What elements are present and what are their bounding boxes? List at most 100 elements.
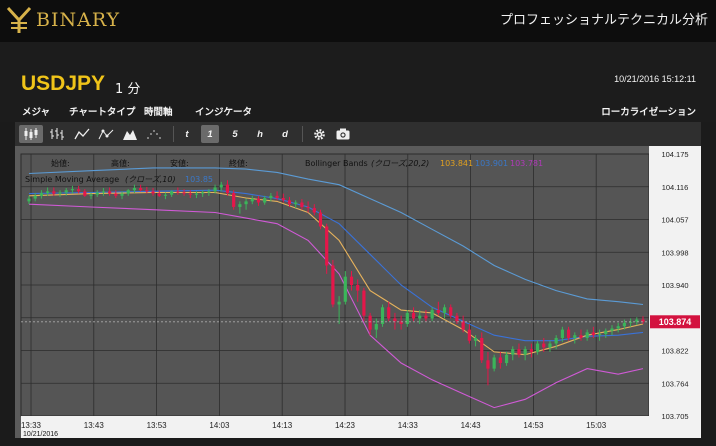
candle-body (591, 332, 595, 336)
candle-body (542, 343, 546, 348)
candle-body (566, 329, 571, 338)
line-icon (74, 128, 90, 140)
last-price-value: 103.874 (659, 317, 692, 327)
candle-body (424, 315, 428, 319)
timeframe-tick[interactable]: t (179, 125, 195, 143)
timeframe-1min[interactable]: 1 (201, 125, 219, 143)
candle-body (275, 195, 279, 199)
candle-body (46, 191, 50, 194)
candle-body (622, 322, 626, 327)
legend-high-label: 高値: (111, 158, 130, 168)
candle-body (331, 265, 335, 305)
candle-body (610, 328, 614, 331)
tagline: プロフェッショナルテクニカル分析 (499, 13, 708, 28)
candle-body (461, 321, 465, 330)
candle-body (480, 337, 484, 361)
candle-body (325, 226, 329, 266)
timeframe-day[interactable]: d (277, 125, 293, 143)
candle-body (33, 195, 37, 199)
legend-close-label: 終値: (229, 158, 248, 168)
candle-body (573, 335, 577, 338)
candle-body (250, 198, 254, 202)
price-chart[interactable]: 104.175 104.116 104.057 103.998 103.940 103.8… (15, 146, 701, 438)
candle-body (405, 312, 409, 325)
legend-sma-value: 103.85 (185, 175, 213, 184)
candle-body (368, 315, 372, 330)
candle-body (213, 187, 217, 192)
y-tick-label: 103.764 (661, 379, 688, 388)
candle-body (356, 285, 360, 291)
x-tick-label: 14:43 (461, 421, 482, 430)
candle-body (95, 192, 99, 195)
top-bar: BINARY プロフェッショナルテクニカル分析 (0, 0, 716, 42)
candle-body (263, 198, 267, 203)
legend-bb-params: (クローズ,20,2) (371, 159, 429, 168)
menu-chart-type[interactable]: チャートタイプ (69, 104, 135, 118)
dot-chart-button[interactable] (143, 125, 165, 143)
candle-body (163, 194, 168, 196)
timeframe-5min[interactable]: 5 (227, 125, 243, 143)
candle-body (151, 191, 155, 194)
legend-bb-middle: 103.841 (440, 159, 473, 168)
candle-body (579, 335, 583, 338)
settings-button[interactable] (309, 125, 329, 143)
y-tick-label: 104.116 (662, 183, 689, 192)
x-axis-date: 10/21/2016 (23, 431, 58, 438)
chart-area[interactable]: 104.175 104.116 104.057 103.998 103.940 103.8… (15, 146, 701, 438)
candle-body (492, 357, 496, 369)
candlestick-icon (24, 128, 38, 140)
legend-bb-label: Bollinger Bands (305, 159, 368, 168)
y-tick-label: 103.705 (661, 412, 688, 421)
y-tick-label: 104.057 (661, 216, 688, 225)
dot-line-icon (98, 129, 114, 140)
candle-body (393, 318, 397, 322)
candle-body (511, 349, 515, 355)
candle-body (486, 360, 490, 369)
candle-body (498, 357, 502, 364)
candle-body (455, 315, 459, 322)
candle-body (145, 190, 149, 192)
candlestick-button[interactable] (19, 125, 43, 143)
candle-body (256, 198, 261, 203)
candle-body (170, 191, 174, 195)
menu-measure[interactable]: メジャ (22, 104, 50, 118)
timeframe-hour[interactable]: h (252, 125, 268, 143)
interval-label: 1 分 (115, 82, 141, 97)
candle-body (176, 191, 180, 193)
brand-logo[interactable]: BINARY (6, 4, 120, 36)
candle-body (436, 310, 440, 313)
candle-body (306, 206, 310, 209)
candle-body (374, 324, 378, 330)
candle-body (473, 337, 478, 341)
area-chart-button[interactable] (119, 125, 141, 143)
candle-body (362, 290, 366, 316)
gear-icon (313, 128, 325, 140)
menu-indicators[interactable]: インジケータ (195, 104, 252, 118)
candle-body (560, 329, 564, 338)
x-tick-label: 14:13 (272, 421, 293, 430)
candle-body (294, 202, 298, 205)
line-chart-button[interactable] (71, 125, 93, 143)
candle-body (157, 193, 161, 196)
datetime-label: 10/21/2016 15:12:11 (614, 74, 696, 84)
candle-body (194, 193, 199, 195)
candle-body (616, 326, 620, 329)
candle-body (114, 193, 118, 196)
candle-body (83, 191, 87, 196)
dot-line-button[interactable] (95, 125, 117, 143)
candle-body (27, 198, 31, 202)
candle-body (120, 193, 124, 196)
candle-body (318, 212, 323, 227)
x-tick-label: 15:03 (586, 421, 607, 430)
menu-timeframe[interactable]: 時間軸 (144, 104, 173, 118)
toolbar-divider (173, 126, 174, 142)
legend-open-label: 始値: (51, 158, 70, 168)
area-icon (123, 130, 137, 140)
chart-toolbar: t 1 5 h d (15, 122, 701, 146)
candle-body (523, 349, 527, 355)
candle-body (126, 190, 130, 194)
candle-body (287, 200, 292, 205)
menu-localization[interactable]: ローカライゼーション (601, 104, 696, 118)
screenshot-button[interactable] (333, 125, 353, 143)
ohlc-button[interactable] (46, 125, 68, 143)
